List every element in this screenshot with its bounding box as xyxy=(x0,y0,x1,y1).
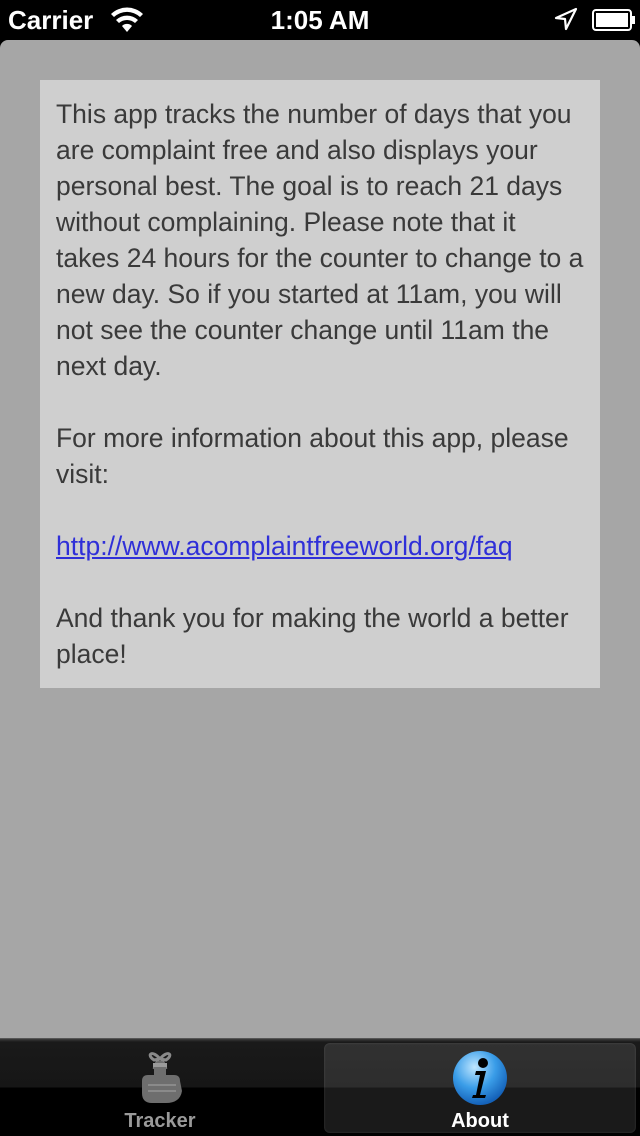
main-content: This app tracks the number of days that … xyxy=(0,40,640,1038)
tab-about[interactable]: About xyxy=(324,1043,636,1133)
tab-bar: Tracker About xyxy=(0,1038,640,1136)
about-text-card[interactable]: This app tracks the number of days that … xyxy=(40,80,600,688)
faq-link[interactable]: http://www.acomplaintfreeworld.org/faq xyxy=(56,531,513,561)
info-icon xyxy=(453,1051,507,1105)
location-icon xyxy=(554,7,578,31)
tab-about-label: About xyxy=(451,1110,509,1132)
tab-tracker-label: Tracker xyxy=(124,1110,196,1132)
status-time: 1:05 AM xyxy=(270,5,370,35)
screen: Carrier 1:05 AM This app tracks the numb… xyxy=(0,0,640,1136)
battery-icon xyxy=(592,9,635,31)
about-paragraph-intro: This app tracks the number of days that … xyxy=(56,99,584,381)
tab-tracker[interactable]: Tracker xyxy=(4,1043,316,1133)
about-paragraph-more-info: For more information about this app, ple… xyxy=(56,423,569,489)
status-bar: Carrier 1:05 AM xyxy=(0,0,640,40)
about-paragraph-thanks: And thank you for making the world a bet… xyxy=(56,603,569,669)
finger-string-icon xyxy=(142,1052,182,1103)
